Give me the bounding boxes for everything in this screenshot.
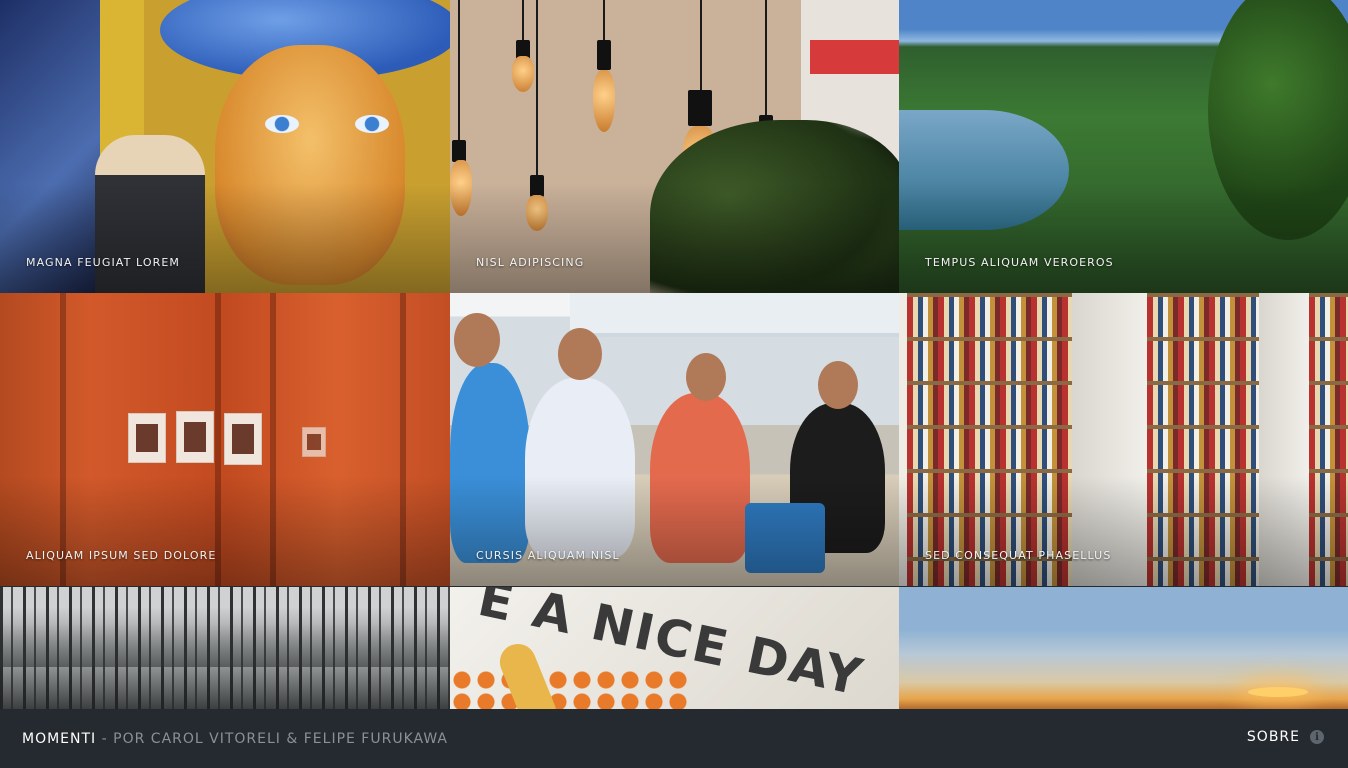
tile-image-head [818, 361, 858, 409]
gallery-tile-6[interactable]: SED CONSEQUAT PHASELLUS [899, 293, 1348, 586]
tile-image-head [454, 313, 500, 367]
tile-caption: SED CONSEQUAT PHASELLUS [925, 549, 1112, 562]
tile-image-bulb [593, 70, 615, 132]
tile-image-dots [450, 669, 690, 709]
gallery-tile-1[interactable]: MAGNA FEUGIAT LOREM [0, 0, 450, 293]
caption-shade [450, 183, 900, 293]
tile-image-canopy [0, 607, 450, 667]
tile-caption: MAGNA FEUGIAT LOREM [26, 256, 180, 269]
tile-image-cord [536, 0, 538, 175]
tile-image-socket [452, 140, 466, 162]
about-label: SOBRE [1246, 729, 1300, 745]
gallery-tile-9[interactable] [899, 587, 1348, 709]
tile-image-bulb [512, 56, 534, 92]
tile-image-cord [603, 0, 605, 40]
caption-shade [899, 476, 1348, 586]
tile-image-cord [522, 0, 524, 40]
gallery-tile-4[interactable]: ALIQUAM IPSUM SED DOLORE [0, 293, 450, 586]
tile-caption: CURSIS ALIQUAM NISL [476, 549, 620, 562]
brand-byline: POR CAROL VITORELI & FELIPE FURUKAWA [113, 731, 448, 747]
photo-gallery: MAGNA FEUGIAT LOREM NISL ADIPISCING TEMP… [0, 0, 1348, 709]
tile-image-frame [224, 413, 262, 465]
tile-caption: ALIQUAM IPSUM SED DOLORE [26, 549, 217, 562]
tile-image-socket [688, 90, 712, 126]
caption-shade [899, 183, 1348, 293]
gallery-tile-3[interactable]: TEMPUS ALIQUAM VEROEROS [899, 0, 1348, 293]
tile-image-red-sign [810, 40, 900, 74]
gallery-tile-5[interactable]: CURSIS ALIQUAM NISL [450, 293, 900, 586]
tile-image-cord [700, 0, 702, 90]
caption-shade [0, 183, 450, 293]
footer-bar: MOMENTI - POR CAROL VITORELI & FELIPE FU… [0, 709, 1348, 768]
footer-brand: MOMENTI - POR CAROL VITORELI & FELIPE FU… [22, 731, 448, 747]
tile-image-building [570, 293, 900, 337]
tile-image-frame [302, 427, 326, 457]
gallery-tile-2[interactable]: NISL ADIPISCING [450, 0, 900, 293]
tile-image-cord [765, 0, 767, 115]
caption-shade [450, 476, 900, 586]
tile-image-frame [128, 413, 166, 463]
tile-image-frame [176, 411, 214, 463]
brand-separator: - [101, 731, 108, 747]
gallery-tile-7[interactable] [0, 587, 450, 709]
tile-caption: NISL ADIPISCING [476, 256, 585, 269]
caption-shade [0, 476, 450, 586]
tile-image-sun [1248, 687, 1308, 697]
about-button[interactable]: SOBRE i [1247, 729, 1324, 745]
tile-caption: TEMPUS ALIQUAM VEROEROS [925, 256, 1114, 269]
tile-image-eye [355, 115, 389, 133]
tile-image-socket [597, 40, 611, 70]
tile-image-head [686, 353, 726, 401]
tile-image-cord [458, 0, 460, 140]
info-icon: i [1310, 730, 1324, 744]
brand-name: MOMENTI [22, 731, 97, 747]
tile-image-eye [265, 115, 299, 133]
tile-image-head [558, 328, 602, 380]
gallery-tile-8[interactable]: E A NICE DAY [450, 587, 900, 709]
